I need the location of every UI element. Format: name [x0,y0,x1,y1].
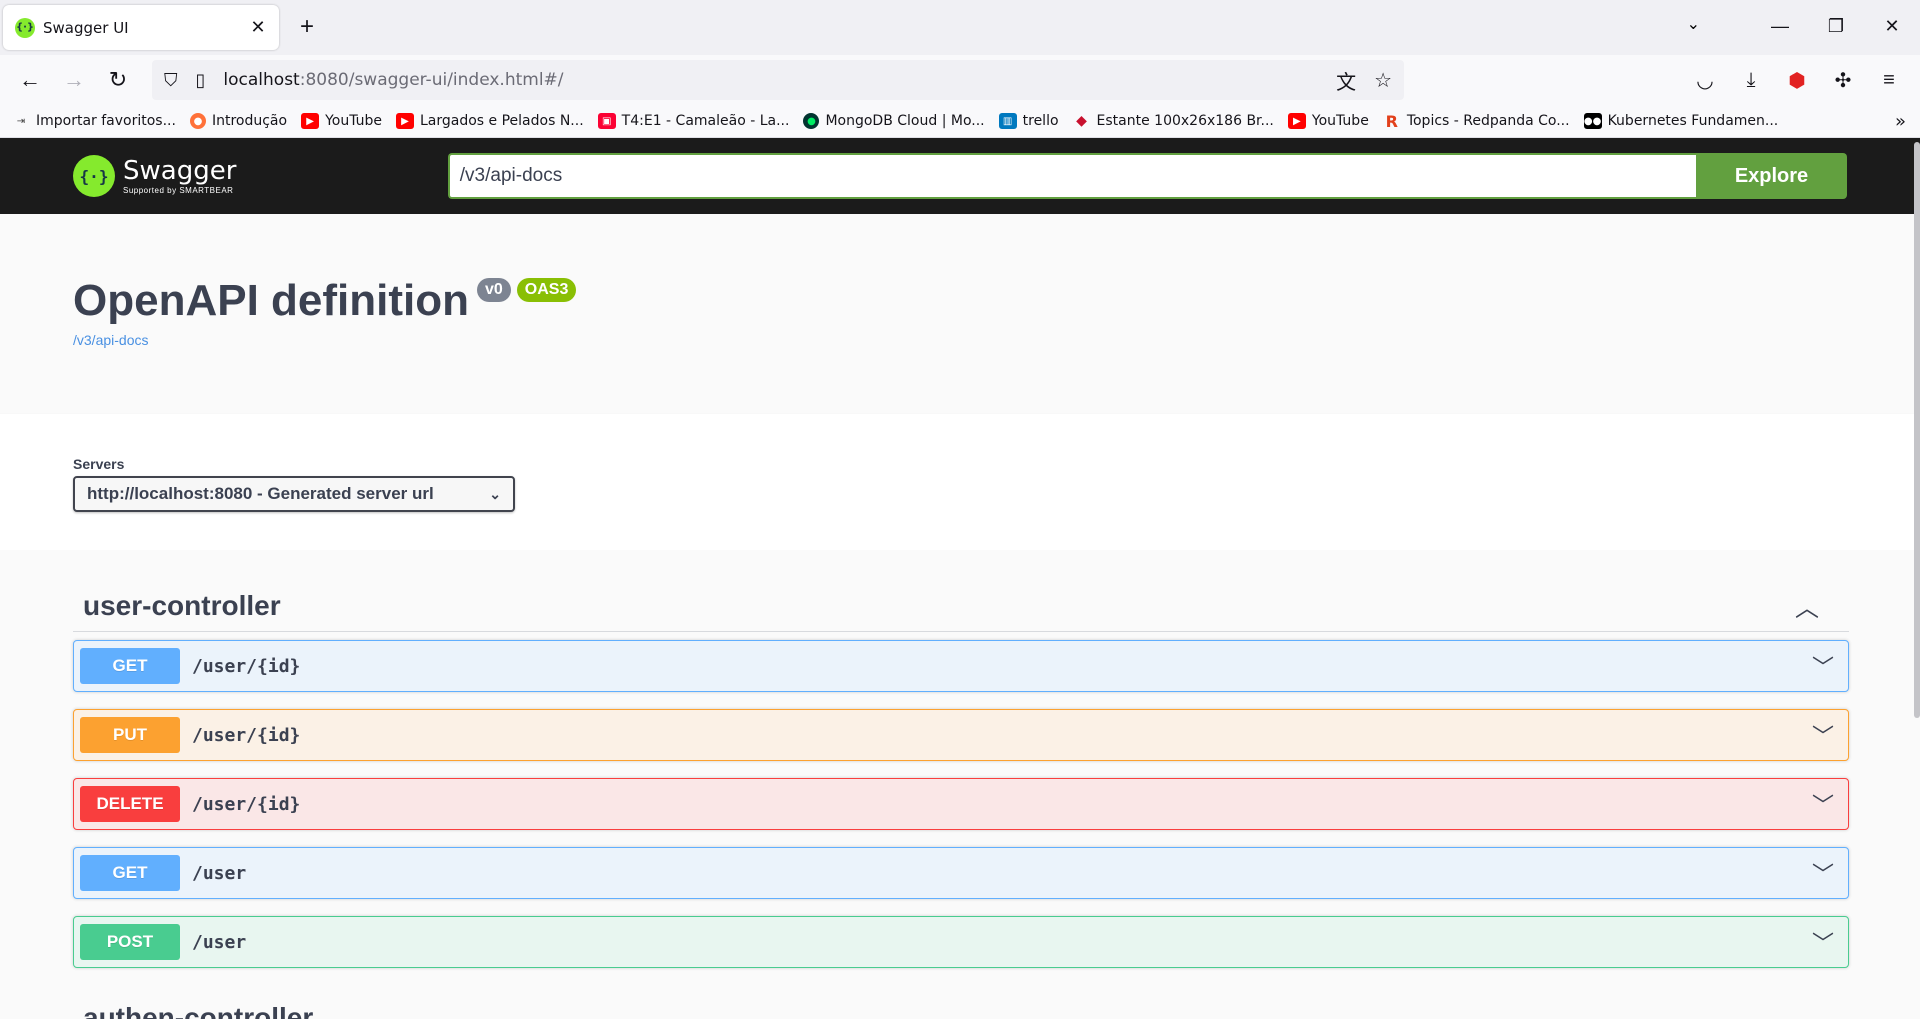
version-badge: v0 [476,278,511,302]
menu-icon[interactable]: ≡ [1866,69,1912,92]
navigation-toolbar: ← → ↻ ⛉ ▯ localhost:8080/swagger-ui/inde… [0,55,1920,105]
downloads-icon[interactable]: ⤓ [1728,69,1774,92]
toolbar-right: ◡ ⤓ ⬢ ✣ ≡ [1682,68,1912,93]
bookmark-item[interactable]: ● MongoDB Cloud | Mo... [803,113,985,129]
bookmark-item[interactable]: R Topics - Redpanda Co... [1383,111,1570,131]
swagger-logo[interactable]: {·} Swagger Supported by SMARTBEAR [73,155,448,197]
servers-select[interactable]: http://localhost:8080 - Generated server… [73,476,515,512]
tab-title: Swagger UI [43,18,129,37]
chevron-down-icon: ⌄ [489,485,501,502]
method-badge: POST [80,924,180,960]
operation-path: /user/{id} [192,655,301,677]
operation-delete-user-id[interactable]: DELETE /user/{id} ﹀ [73,778,1849,830]
method-badge: GET [80,855,180,891]
method-badge: GET [80,648,180,684]
restore-icon[interactable]: ❐ [1808,16,1864,37]
operations-section: user-controller ︿ GET /user/{id} ﹀ PUT /… [0,550,1920,1019]
globoplay-icon: ▣ [597,113,616,129]
import-icon: ⇥ [16,115,26,127]
bookmark-item[interactable]: ● Introdução [189,113,287,129]
tag-name: user-controller [83,589,281,621]
operation-path: /user [192,931,247,953]
mongodb-icon: ● [803,113,820,129]
youtube-icon: ▶ [396,113,414,129]
bookmark-star-icon[interactable]: ☆ [1374,68,1392,92]
explore-button[interactable]: Explore [1696,153,1847,199]
tracking-shield-icon[interactable]: ⛉ [164,70,178,91]
operation-path: /user/{id} [192,724,301,746]
minimize-icon[interactable]: — [1752,16,1808,37]
spec-link[interactable]: /v3/api-docs [73,332,1847,348]
trello-icon: ▥ [998,113,1017,129]
back-button[interactable]: ← [8,60,52,100]
bookmark-item[interactable]: ▶ YouTube [1287,113,1369,129]
close-tab-icon[interactable]: ✕ [247,17,269,38]
firefox-icon: ● [189,113,206,129]
pocket-icon[interactable]: ◡ [1682,68,1728,93]
api-title: OpenAPI definition [73,276,469,325]
address-bar[interactable]: ⛉ ▯ localhost:8080/swagger-ui/index.html… [152,60,1404,100]
chevron-down-icon[interactable]: ﹀ [1812,650,1834,682]
url-path: :8080/swagger-ui/index.html#/ [299,70,564,90]
spec-url-form: /v3/api-docs Explore [447,153,1847,199]
medium-icon: ●● [1583,113,1602,129]
tag-header-user-controller[interactable]: user-controller ︿ [73,580,1849,632]
bookmark-item[interactable]: ●● Kubernetes Fundamen... [1583,113,1778,129]
servers-section: Servers http://localhost:8080 - Generate… [0,414,1920,550]
operation-post-user[interactable]: POST /user ﹀ [73,916,1849,968]
bookmark-item[interactable]: ▥ trello [998,113,1059,129]
swagger-favicon-icon: {·} [15,17,35,38]
browser-window: {·} Swagger UI ✕ + ⌄ — ❐ ✕ ← → ↻ ⛉ ▯ loc… [0,0,1920,1019]
ublock-icon[interactable]: ⬢ [1774,68,1820,93]
bookmark-item[interactable]: ▶ YouTube [301,113,382,129]
chevron-up-icon[interactable]: ︿ [1795,588,1819,623]
servers-label: Servers [73,456,125,472]
more-bookmarks-icon[interactable]: » [1895,111,1906,132]
swagger-topbar: {·} Swagger Supported by SMARTBEAR /v3/a… [0,138,1920,214]
close-window-icon[interactable]: ✕ [1864,16,1920,37]
swagger-logo-icon: {·} [73,155,115,197]
operation-put-user-id[interactable]: PUT /user/{id} ﹀ [73,709,1849,761]
operation-get-user[interactable]: GET /user ﹀ [73,847,1849,899]
window-controls: ⌄ — ❐ ✕ [1687,0,1920,52]
redpanda-icon: R [1385,111,1398,131]
servers-selected-value: http://localhost:8080 - Generated server… [87,484,434,503]
operation-path: /user [192,862,247,884]
bookmark-item[interactable]: ⇥ Importar favoritos... [12,113,176,129]
oas-badge: OAS3 [516,278,577,302]
reload-button[interactable]: ↻ [96,60,140,100]
method-badge: PUT [80,717,180,753]
youtube-icon: ▶ [1287,113,1306,129]
chevron-down-icon[interactable]: ﹀ [1812,926,1834,958]
operation-path: /user/{id} [192,793,301,815]
chevron-down-icon[interactable]: ﹀ [1812,719,1834,751]
operation-get-user-id[interactable]: GET /user/{id} ﹀ [73,640,1849,692]
swagger-logo-subtext: Supported by SMARTBEAR [123,185,234,195]
list-all-tabs-icon[interactable]: ⌄ [1687,14,1700,34]
bookmark-item[interactable]: ▶ Largados e Pelados N... [396,113,584,129]
spec-url-input[interactable]: /v3/api-docs [447,153,1696,199]
chevron-down-icon[interactable]: ﹀ [1812,788,1834,820]
translate-icon[interactable]: 文 [1336,66,1356,95]
tab-bar: {·} Swagger UI ✕ + ⌄ — ❐ ✕ [0,0,1920,55]
page-info-icon[interactable]: ▯ [196,70,206,91]
bookmarks-toolbar: ⇥ Importar favoritos... ● Introdução ▶ YouT… [0,105,1920,138]
extensions-icon[interactable]: ✣ [1820,68,1866,93]
store-icon: ◆ [1076,113,1087,129]
api-info: OpenAPI definition v0 OAS3 /v3/api-docs [0,214,1920,414]
swagger-logo-text: Swagger [123,155,237,186]
bookmark-item[interactable]: ◆ Estante 100x26x186 Br... [1073,113,1274,129]
tag-name: authen-controller [83,1002,314,1019]
tab-swagger-ui[interactable]: {·} Swagger UI ✕ [3,5,279,50]
forward-button[interactable]: → [52,60,96,100]
method-badge: DELETE [80,786,180,822]
page-scrollbar[interactable] [1914,142,1920,718]
tag-header-authen-controller[interactable]: authen-controller [73,998,1849,1019]
url-host: localhost [223,70,300,90]
new-tab-button[interactable]: + [287,7,327,47]
chevron-down-icon[interactable]: ﹀ [1812,857,1834,889]
bookmark-item[interactable]: ▣ T4:E1 - Camaleão - La... [597,113,789,129]
youtube-icon: ▶ [301,113,320,129]
